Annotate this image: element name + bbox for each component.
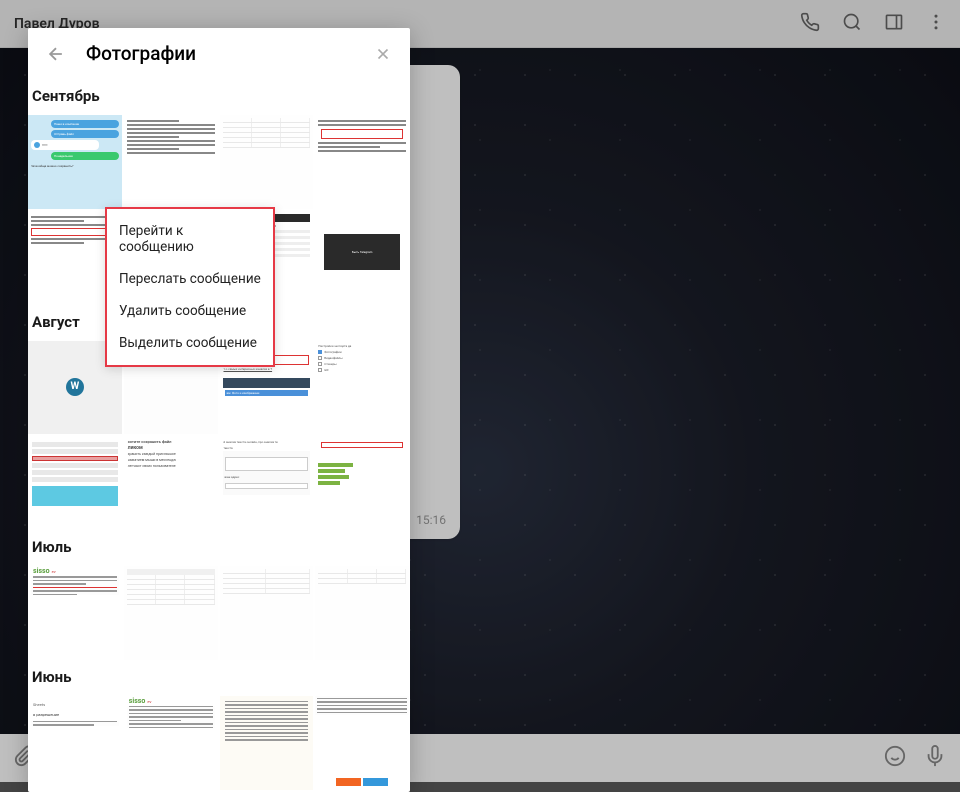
sidebar-icon[interactable] xyxy=(884,12,904,36)
photo-thumb[interactable] xyxy=(315,566,409,660)
photos-panel: Фотографии Сентябрь Наши в компании Отпр… xyxy=(28,28,410,792)
panel-header: Фотографии xyxy=(28,28,410,79)
month-label-jul: Июль xyxy=(28,530,409,566)
photo-thumb[interactable] xyxy=(220,115,314,209)
month-label-jun: Июнь xyxy=(28,660,409,696)
context-menu: Перейти к сообщению Переслать сообщение … xyxy=(105,207,275,367)
photos-scroll[interactable]: Сентябрь Наши в компании Отправь файл ━━… xyxy=(28,79,410,792)
photo-grid: W Stop/wp-login.php на no.Port 443 ые Te… xyxy=(28,341,409,531)
back-icon[interactable] xyxy=(46,44,66,64)
photo-thumb[interactable] xyxy=(315,436,409,530)
photo-grid: sissoev xyxy=(28,566,409,660)
photo-thumb[interactable] xyxy=(220,696,314,790)
photo-thumb[interactable]: Настройки экспорта да Фотографии Видеофа… xyxy=(315,341,409,435)
menu-select-message[interactable]: Выделить сообщение xyxy=(107,327,273,359)
month-label-sep: Сентябрь xyxy=(28,79,409,115)
photo-thumb[interactable] xyxy=(28,436,122,530)
photo-thumb[interactable]: sissoev xyxy=(28,566,122,660)
photo-thumb[interactable]: хотите сохранить файл ликом хранить кажд… xyxy=(124,436,218,530)
close-icon[interactable] xyxy=(374,45,392,63)
call-icon[interactable] xyxy=(800,12,820,36)
thumb-caption: я разрешение xyxy=(31,711,119,719)
photo-thumb[interactable]: sissoev xyxy=(124,696,218,790)
more-icon[interactable] xyxy=(926,12,946,36)
photo-thumb[interactable] xyxy=(315,696,409,790)
photo-grid: Sheets я разрешение sissoev xyxy=(28,696,409,790)
menu-goto-message[interactable]: Перейти к сообщению xyxy=(107,215,273,263)
photo-thumb[interactable] xyxy=(220,566,314,660)
menu-forward-message[interactable]: Переслать сообщение xyxy=(107,263,273,295)
menu-delete-message[interactable]: Удалить сообщение xyxy=(107,295,273,327)
photo-thumb[interactable]: Наши в компании Отправь файл ━━━ Понедел… xyxy=(28,115,122,209)
panel-title: Фотографии xyxy=(86,42,354,65)
photo-thumb[interactable]: й анализ текста онлайн, про анализ те те… xyxy=(220,436,314,530)
photo-thumb[interactable] xyxy=(124,115,218,209)
thumb-caption: ам: Фото и изображени xyxy=(225,390,309,396)
photo-thumb[interactable] xyxy=(124,566,218,660)
photo-thumb[interactable]: Sheets я разрешение xyxy=(28,696,122,790)
mic-icon[interactable] xyxy=(924,745,946,771)
photo-thumb[interactable]: Быть Telegram xyxy=(315,211,409,305)
photo-thumb[interactable] xyxy=(315,115,409,209)
search-icon[interactable] xyxy=(842,12,862,36)
emoji-icon[interactable] xyxy=(884,745,906,771)
thumb-caption: Sheets xyxy=(31,699,119,711)
